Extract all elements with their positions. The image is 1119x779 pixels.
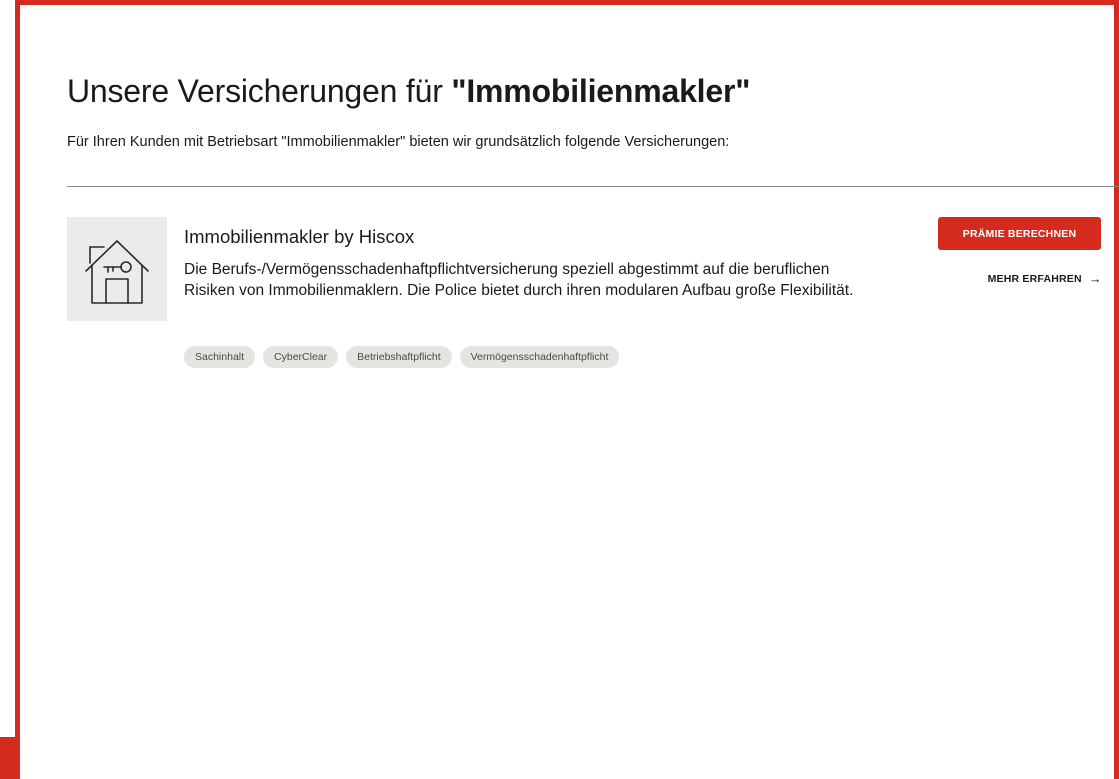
calculate-premium-button[interactable]: PRÄMIE BERECHNEN [938,217,1101,250]
page-title: Unsere Versicherungen für "Immobilienmak… [67,69,750,113]
tag-betriebshaftpflicht: Betriebshaftpflicht [346,346,452,368]
tag-cyberclear: CyberClear [263,346,339,368]
house-key-icon [85,240,149,304]
tag-sachinhalt: Sachinhalt [184,346,256,368]
arrow-right-icon: → [1088,271,1102,286]
section-divider [67,186,1119,187]
tag-vermoegensschadenhaftpflicht: Vermögensschadenhaftpflicht [459,346,620,368]
product-image [67,217,167,321]
page-title-business-type: "Immobilienmakler" [451,73,751,109]
page-title-prefix: Unsere Versicherungen für [67,73,452,109]
intro-text: Für Ihren Kunden mit Betriebsart "Immobi… [67,134,730,150]
learn-more-label: MEHR ERFAHREN [987,272,1082,285]
learn-more-link[interactable]: MEHR ERFAHREN → [988,272,1102,285]
product-title: Immobilienmakler by Hiscox [184,226,415,247]
product-tags: Sachinhalt CyberClear Betriebshaftpflich… [184,346,620,368]
content-frame: Unsere Versicherungen für "Immobilienmak… [15,0,1119,779]
side-accent-block [0,737,18,779]
product-description: Die Berufs-/Vermögensschadenhaftpflichtv… [184,261,854,299]
